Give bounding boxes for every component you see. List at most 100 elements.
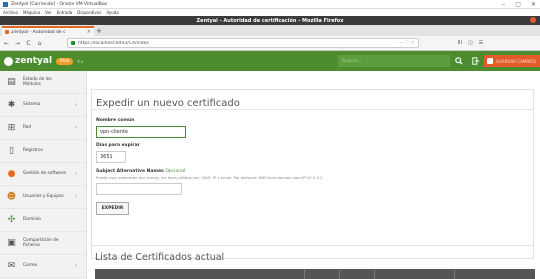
mail-icon: ✉ xyxy=(7,261,16,271)
save-changes-label: GUARDAR CAMBIOS xyxy=(496,58,536,64)
san-label: Subject Alternative Names Opcional xyxy=(96,169,533,174)
sidebar-item-label: Sistema xyxy=(23,102,41,108)
sidebar-item-label: Usuarios y Equipos xyxy=(23,194,64,200)
search-icon[interactable] xyxy=(453,55,465,67)
sidebar-item-users[interactable]: ☻ Usuarios y Equipos ‹ xyxy=(0,186,86,209)
menu-ver[interactable]: Ver xyxy=(45,10,52,15)
tab-close-icon[interactable]: × xyxy=(87,29,91,35)
sidebar-item-label: Estado de los Módulos xyxy=(23,76,52,88)
reload-button[interactable]: C xyxy=(25,40,32,47)
minimize-button[interactable]: – xyxy=(502,1,505,8)
issue-certificate-panel: Expedir un nuevo certificado Nombre comú… xyxy=(91,89,534,259)
days-to-expire-label: Días para expirar xyxy=(96,143,140,148)
new-tab-button[interactable]: + xyxy=(94,26,104,36)
zentyal-logo[interactable]: zentyal xyxy=(4,56,52,66)
domain-icon: ✣ xyxy=(7,215,16,225)
vbox-menu-bar: Archivo Máquina Ver Entrada Dispositivos… xyxy=(0,9,540,16)
folder-icon: ▣ xyxy=(7,238,16,248)
menu-ayuda[interactable]: Ayuda xyxy=(106,10,118,15)
menu-archivo[interactable]: Archivo xyxy=(3,10,18,15)
version-label: 4.x xyxy=(77,58,84,64)
main-content: Expedir un nuevo certificado Nombre comú… xyxy=(87,71,540,279)
sidebar-item-label: Red xyxy=(23,125,32,131)
home-button[interactable]: ⌂ xyxy=(36,40,43,47)
sidebar-item-label: Correo xyxy=(23,263,38,269)
table-header-cell xyxy=(340,269,375,279)
sidebar-toggle-icon[interactable]: ◫ xyxy=(468,40,473,46)
san-hint: Puede usar separador por comas, los tipo… xyxy=(96,175,323,180)
users-icon: ☻ xyxy=(6,192,17,202)
document-icon: ▯ xyxy=(9,146,14,156)
virtualbox-icon xyxy=(3,1,8,7)
firefox-menu-icon[interactable]: ☰ xyxy=(479,40,483,46)
search-input[interactable]: Buscar... xyxy=(338,55,450,67)
network-icon: ⊞ xyxy=(7,123,16,133)
chevron-left-icon: ‹ xyxy=(75,171,77,177)
sidebar-item-software[interactable]: ● Gestión de software ‹ xyxy=(0,163,86,186)
firefox-close-button[interactable] xyxy=(530,17,536,23)
vbox-window-title: Zentyal [Corriendo] - Oracle VM VirtualB… xyxy=(11,1,108,7)
close-button[interactable]: ✕ xyxy=(531,1,536,8)
zentyal-logo-icon xyxy=(4,56,13,66)
edition-badge: Mali xyxy=(56,57,74,65)
tab-bar: Zentyal - Autoridad de c × + xyxy=(0,25,540,36)
sidebar-item-logs[interactable]: ▯ Registros xyxy=(0,140,86,163)
table-header-cell xyxy=(455,269,535,279)
firefox-window-title: Zentyal - Autoridad de certificación - M… xyxy=(196,17,344,24)
page-actions-icon[interactable]: ··· ♡ ☆ xyxy=(398,40,415,46)
search-placeholder: Buscar... xyxy=(342,58,362,64)
maximize-button[interactable]: ▢ xyxy=(515,1,521,8)
sidebar-item-label: Compartición de ficheros xyxy=(23,237,59,249)
tab-label: Zentyal - Autoridad de c xyxy=(11,29,66,35)
sidebar: ▤ Estado de los Módulos ✱ Sistema ‹ ⊞ Re… xyxy=(0,71,87,279)
lock-icon[interactable] xyxy=(71,41,75,45)
issue-button[interactable]: EXPEDIR xyxy=(96,202,129,215)
sidebar-item-file-sharing[interactable]: ▣ Compartición de ficheros xyxy=(0,232,86,255)
tab-zentyal[interactable]: Zentyal - Autoridad de c × xyxy=(2,26,94,36)
modules-icon: ▤ xyxy=(7,77,16,87)
table-header-cell xyxy=(95,269,305,279)
sidebar-item-network[interactable]: ⊞ Red ‹ xyxy=(0,117,86,140)
menu-maquina[interactable]: Máquina xyxy=(23,10,40,15)
sidebar-item-domain[interactable]: ✣ Dominio xyxy=(0,209,86,232)
sidebar-item-mail[interactable]: ✉ Correo ‹ xyxy=(0,255,86,278)
url-bar[interactable]: https://localhost:8443/CA/Index ··· ♡ ☆ xyxy=(67,38,419,48)
menu-entrada[interactable]: Entrada xyxy=(57,10,73,15)
sidebar-item-label: Registros xyxy=(23,148,43,154)
save-changes-button[interactable]: GUARDAR CAMBIOS xyxy=(484,55,540,67)
zentyal-logo-text: zentyal xyxy=(15,56,53,66)
logout-icon[interactable] xyxy=(470,55,482,67)
chevron-left-icon: ‹ xyxy=(75,102,77,108)
chevron-left-icon: ‹ xyxy=(75,194,77,200)
forward-button[interactable]: → xyxy=(14,40,21,47)
san-optional-text: Opcional xyxy=(165,169,186,174)
back-button[interactable]: ← xyxy=(3,40,10,47)
certificate-list-title: Lista de Certificados actual xyxy=(95,252,225,263)
zentyal-header: zentyal Mali 4.x Buscar... GUARDAR CAMBI… xyxy=(0,51,540,71)
software-icon: ● xyxy=(7,169,16,179)
chevron-left-icon: ‹ xyxy=(75,263,77,269)
table-header-cell xyxy=(375,269,455,279)
table-header-cell xyxy=(305,269,340,279)
menu-dispositivos[interactable]: Dispositivos xyxy=(77,10,101,15)
library-icon[interactable]: ⅡⅠ xyxy=(458,40,462,46)
sidebar-item-label: Dominio xyxy=(23,217,41,223)
gear-icon: ✱ xyxy=(7,100,16,110)
url-text[interactable]: https://localhost:8443/CA/Index xyxy=(78,41,395,46)
vbox-title-bar: Zentyal [Corriendo] - Oracle VM VirtualB… xyxy=(0,0,540,9)
san-input[interactable] xyxy=(96,183,182,195)
certificate-table-header xyxy=(95,269,535,279)
common-name-input[interactable] xyxy=(96,126,186,138)
firefox-title-bar: Zentyal - Autoridad de certificación - M… xyxy=(0,16,540,25)
days-to-expire-input[interactable] xyxy=(96,151,126,163)
chevron-left-icon: ‹ xyxy=(75,125,77,131)
navigation-bar: ← → C ⌂ https://localhost:8443/CA/Index … xyxy=(0,36,540,51)
page-title: Expedir un nuevo certificado xyxy=(92,90,533,110)
sidebar-item-label: Gestión de software xyxy=(23,171,66,177)
san-label-text: Subject Alternative Names xyxy=(96,169,164,174)
save-icon xyxy=(487,58,493,64)
sidebar-item-system[interactable]: ✱ Sistema ‹ xyxy=(0,94,86,117)
common-name-label: Nombre común xyxy=(96,118,135,123)
issue-certificate-form: Nombre común Días para expirar Subject A… xyxy=(92,110,533,215)
sidebar-item-module-status[interactable]: ▤ Estado de los Módulos xyxy=(0,71,86,94)
